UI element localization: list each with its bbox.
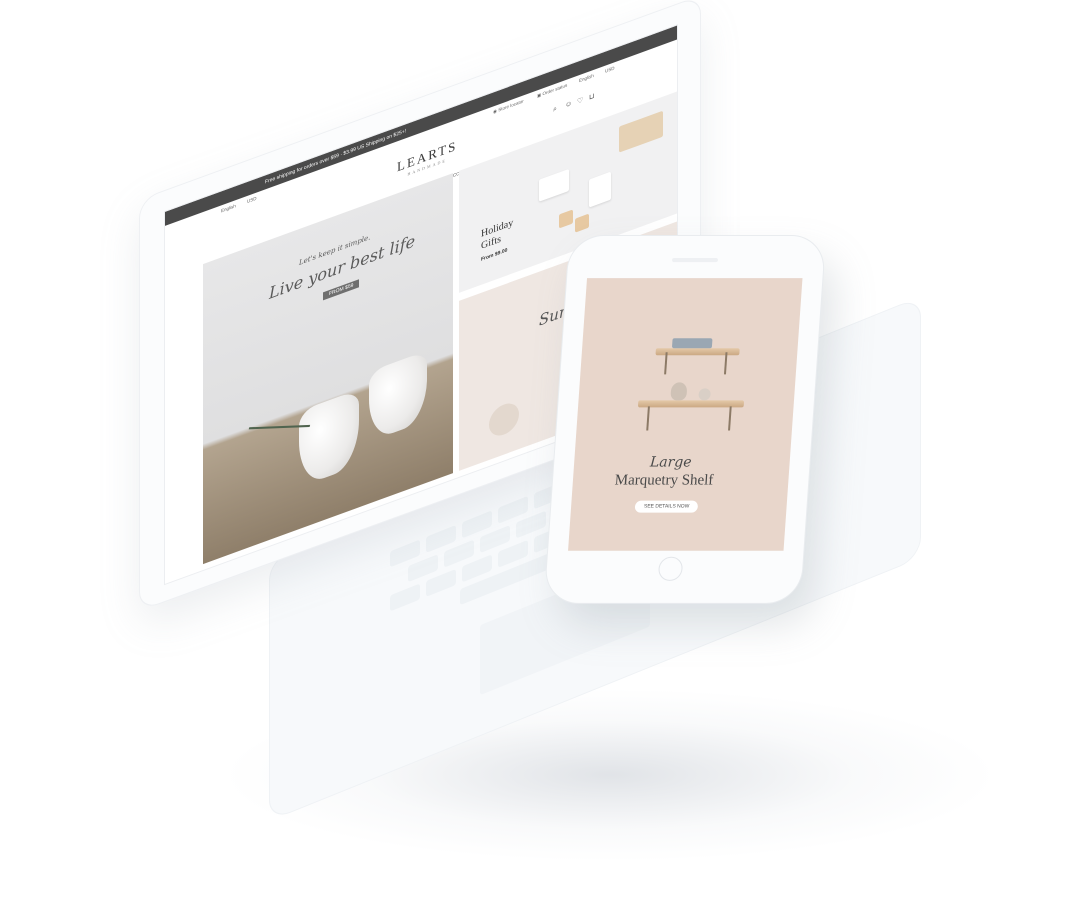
gift-box <box>539 168 569 202</box>
shelf-bracket <box>728 406 732 431</box>
phone-title: Marquetry Shelf <box>614 472 714 489</box>
hero-badge[interactable]: FROM $59 <box>323 279 360 301</box>
gift-cup <box>589 171 611 208</box>
phone-speaker <box>671 258 719 263</box>
shelf-bottom <box>637 400 745 408</box>
phone: Large Marquetry Shelf SEE DETAILS NOW <box>544 236 826 603</box>
shelf-bracket <box>664 352 668 375</box>
leaf-decoration <box>489 399 519 440</box>
shelf-bracket <box>646 406 650 431</box>
wooden-block <box>575 213 589 233</box>
ceramic-cup <box>369 350 427 442</box>
wooden-toy <box>619 110 663 153</box>
vase <box>698 388 712 401</box>
vase <box>670 382 688 401</box>
mockup-scene: Free shipping for orders over $59 · $3.9… <box>0 0 1089 903</box>
search-icon[interactable]: ⌕ <box>553 105 557 114</box>
phone-title-script: Large <box>649 454 693 471</box>
phone-screen[interactable]: Large Marquetry Shelf SEE DETAILS NOW <box>568 278 803 551</box>
ceramic-cup <box>299 389 359 488</box>
cart-icon[interactable]: ⊔ <box>589 92 594 102</box>
account-icon[interactable]: ☺ <box>565 100 572 110</box>
wooden-block <box>559 209 573 229</box>
see-details-button[interactable]: SEE DETAILS NOW <box>634 500 699 513</box>
wishlist-icon[interactable]: ♡ <box>577 96 583 106</box>
books <box>671 338 713 349</box>
shelf-bracket <box>723 352 728 375</box>
